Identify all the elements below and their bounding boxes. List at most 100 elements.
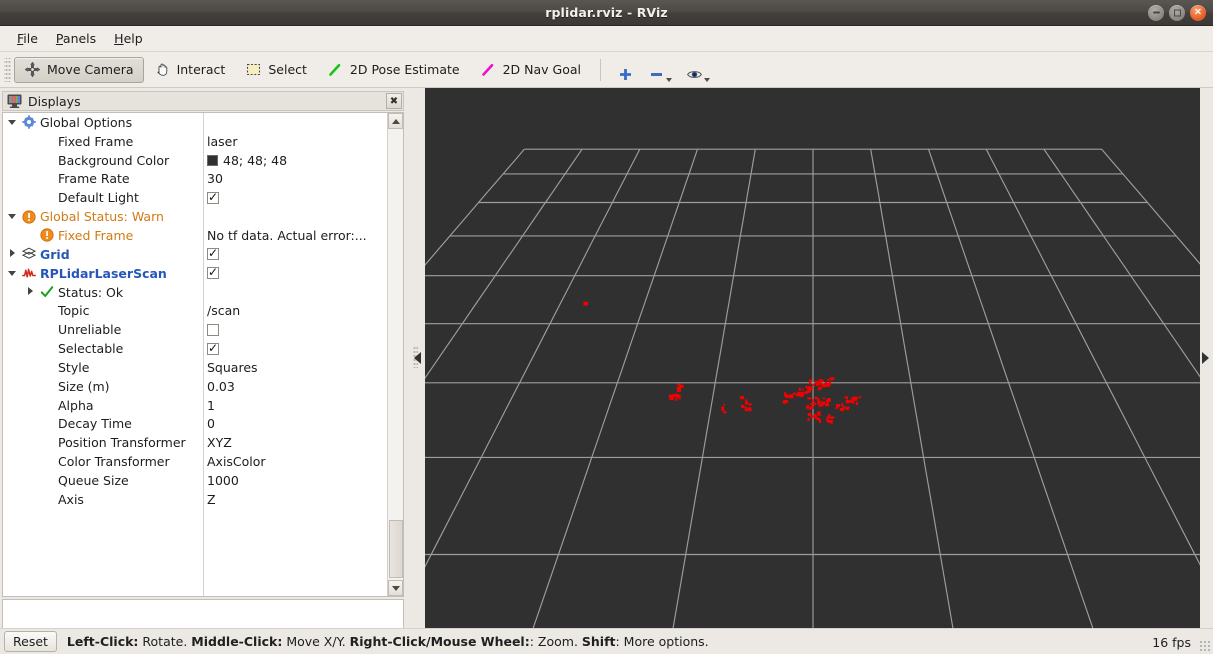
tree-row[interactable]: RPLidarLaserScan [3, 264, 403, 283]
scan-point [848, 400, 853, 403]
tree-row[interactable]: Position Transformer XYZ [3, 433, 403, 452]
checkbox-checked[interactable] [207, 265, 219, 280]
tree-row[interactable]: Unreliable [3, 320, 403, 339]
tree-row[interactable]: Queue Size 1000 [3, 471, 403, 490]
tree-row[interactable]: Decay Time 0 [3, 415, 403, 434]
tree-vertical-scrollbar[interactable] [387, 113, 403, 596]
scroll-down-button[interactable] [388, 580, 403, 596]
tree-row-value[interactable]: AxisColor [207, 454, 266, 469]
reset-button[interactable]: Reset [4, 631, 57, 652]
tree-row-value[interactable]: 0 [207, 416, 215, 431]
checkbox-unchecked[interactable] [207, 323, 219, 336]
tool-2d-pose-estimate[interactable]: 2D Pose Estimate [317, 57, 470, 83]
scan-point [804, 391, 807, 394]
color-swatch[interactable] [207, 154, 218, 166]
tree-row-name: Decay Time [25, 416, 132, 431]
tree-row-value[interactable]: 0.03 [207, 379, 235, 394]
scan-point [809, 379, 813, 382]
tree-row[interactable]: Default Light [3, 188, 403, 207]
scan-point [826, 416, 830, 419]
toolbar-grip[interactable] [4, 57, 11, 82]
scan-point [817, 397, 820, 401]
render-viewport[interactable] [425, 88, 1200, 628]
magenta-arrow-icon [481, 63, 493, 76]
tree-row-value-text: 1 [207, 397, 215, 413]
tree-row-value[interactable]: /scan [207, 303, 240, 318]
tree-row[interactable]: Status: Ok [3, 283, 403, 302]
tree-expander-down-icon[interactable] [7, 211, 18, 222]
menu-panels[interactable]: Panels [47, 28, 105, 49]
tree-row-value[interactable]: 1000 [207, 473, 239, 488]
checkbox-checked[interactable] [207, 190, 219, 204]
tree-expander-down-icon[interactable] [7, 117, 18, 128]
tree-row[interactable]: Alpha 1 [3, 396, 403, 415]
checkbox-checked[interactable] [207, 341, 219, 355]
tree-row[interactable]: Fixed Frame laser [3, 132, 403, 151]
tree-row[interactable]: Global Status: Warn [3, 207, 403, 226]
tree-row-value[interactable]: No tf data. Actual error:... [207, 228, 367, 243]
tree-row[interactable]: Global Options [3, 113, 403, 132]
tree-icon-spacer [40, 436, 54, 450]
scrollbar-thumb[interactable] [389, 520, 403, 578]
tree-row-value[interactable] [207, 190, 219, 204]
tree-row[interactable]: Size (m) 0.03 [3, 377, 403, 396]
collapse-left-arrow-icon[interactable] [414, 352, 421, 364]
tree-row-value[interactable]: laser [207, 134, 237, 149]
menu-file[interactable]: File [8, 28, 47, 49]
tool-interact[interactable]: Interact [144, 57, 236, 83]
panel-close-button[interactable]: ✖ [386, 93, 402, 109]
tree-row-value[interactable]: XYZ [207, 435, 232, 450]
chevron-down-icon[interactable] [666, 77, 672, 82]
scan-point [740, 396, 745, 400]
tree-row[interactable]: Topic/scan [3, 301, 403, 320]
tree-row-value[interactable] [207, 265, 219, 280]
resize-grip[interactable] [1199, 640, 1211, 652]
scroll-up-button[interactable] [388, 113, 403, 129]
scan-point [789, 395, 794, 399]
tool-2d-nav-goal[interactable]: 2D Nav Goal [470, 57, 591, 83]
displays-tree[interactable]: Global Options Fixed Frame laser Background… [2, 112, 404, 597]
menu-help[interactable]: Help [105, 28, 152, 49]
scan-point [721, 409, 725, 412]
tree-row[interactable]: Style Squares [3, 358, 403, 377]
tree-row[interactable]: Fixed Frame No tf data. Actual error:... [3, 226, 403, 245]
tree-expander-right-icon[interactable] [25, 287, 36, 298]
tree-row[interactable]: Axis Z [3, 490, 403, 509]
chevron-down-icon[interactable] [704, 77, 710, 82]
expand-right-arrow-icon[interactable] [1202, 352, 1209, 364]
remove-tool-button[interactable] [641, 57, 679, 83]
minimize-button[interactable] [1148, 5, 1164, 21]
checkbox-checked[interactable] [207, 246, 219, 261]
tree-row-value[interactable]: Squares [207, 360, 258, 375]
tree-expander-down-icon[interactable] [7, 268, 18, 279]
maximize-button[interactable] [1169, 5, 1185, 21]
tree-row-value[interactable]: Z [207, 492, 216, 507]
tree-row[interactable]: Frame Rate 30 [3, 170, 403, 189]
tool-select[interactable]: Select [235, 57, 317, 83]
visibility-button[interactable] [679, 57, 717, 83]
tree-icon-spacer [40, 323, 54, 337]
tree-row-value[interactable]: 30 [207, 171, 223, 186]
tree-row[interactable]: Color Transformer AxisColor [3, 452, 403, 471]
tree-row-value[interactable]: 48; 48; 48 [207, 153, 287, 168]
scan-point [818, 404, 821, 407]
tree-row[interactable]: Selectable [3, 339, 403, 358]
tree-icon-spacer [40, 492, 54, 506]
tree-expander-right-icon[interactable] [7, 249, 18, 260]
tree-row[interactable]: Grid [3, 245, 403, 264]
scan-point [855, 402, 859, 406]
add-tool-button[interactable] [610, 57, 641, 83]
scan-point [822, 384, 826, 388]
tree-row[interactable]: Background Color 48; 48; 48 [3, 151, 403, 170]
scan-point [822, 397, 826, 400]
tree-row-name: Fixed Frame [25, 134, 133, 149]
tool-move-camera[interactable]: Move Camera [14, 56, 144, 83]
viewport-scene [425, 88, 1200, 628]
tree-row-value[interactable] [207, 323, 219, 336]
scan-point [839, 408, 844, 411]
arrow-down-icon [391, 585, 400, 591]
tree-row-value[interactable] [207, 246, 219, 261]
tree-row-value[interactable] [207, 341, 219, 355]
close-button[interactable]: × [1190, 5, 1206, 21]
tree-row-value[interactable]: 1 [207, 398, 215, 413]
